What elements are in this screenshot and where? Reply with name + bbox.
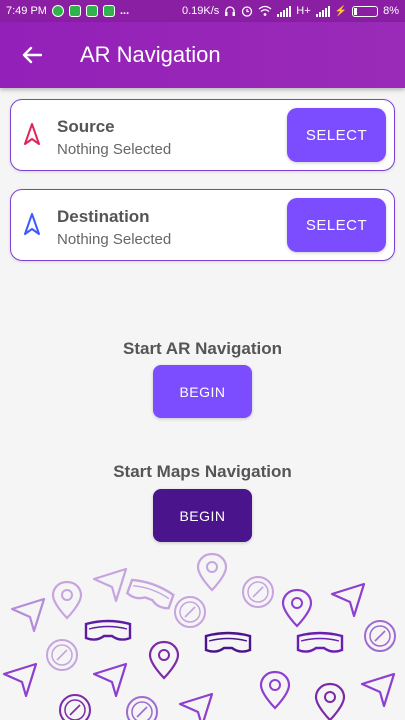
battery-level: 8% bbox=[383, 5, 399, 17]
destination-value: Nothing Selected bbox=[57, 231, 172, 248]
status-bar: 7:49 PM ... 0.19K/s H+ ⚡ 8% bbox=[0, 0, 405, 22]
app-icon bbox=[102, 5, 115, 17]
begin-maps-navigation-button[interactable]: BEGIN bbox=[153, 489, 252, 542]
battery-icon bbox=[352, 5, 379, 17]
navigation-arrow-icon bbox=[24, 213, 40, 235]
source-label: Source bbox=[57, 117, 115, 136]
status-bar-right: 0.19K/s H+ ⚡ 8% bbox=[182, 5, 399, 17]
app-icon bbox=[85, 5, 98, 17]
arrow-left-icon bbox=[22, 46, 42, 64]
select-source-button[interactable]: SELECT bbox=[287, 108, 386, 162]
destination-label: Destination bbox=[57, 207, 150, 226]
status-time: 7:49 PM bbox=[6, 5, 47, 17]
source-card: Source Nothing Selected SELECT bbox=[10, 99, 395, 171]
status-bar-left: 7:49 PM ... bbox=[6, 5, 129, 17]
wifi-icon bbox=[258, 5, 272, 16]
signal-icon bbox=[277, 5, 292, 17]
navigation-arrow-icon bbox=[24, 123, 40, 145]
maps-navigation-title: Start Maps Navigation bbox=[113, 462, 292, 481]
decorative-illustration bbox=[2, 552, 396, 720]
destination-card: Destination Nothing Selected SELECT bbox=[10, 189, 395, 261]
shield-icon bbox=[68, 5, 81, 17]
charging-icon: ⚡ bbox=[334, 5, 348, 17]
network-speed: 0.19K/s bbox=[181, 5, 220, 17]
alarm-icon bbox=[242, 6, 253, 17]
headphones-icon bbox=[225, 6, 236, 16]
source-value: Nothing Selected bbox=[57, 141, 172, 158]
ar-navigation-title: Start AR Navigation bbox=[122, 339, 282, 358]
app-bar: AR Navigation bbox=[0, 22, 405, 88]
back-button[interactable] bbox=[12, 35, 52, 75]
whatsapp-icon bbox=[51, 5, 64, 17]
signal-icon bbox=[315, 5, 330, 17]
page-title: AR Navigation bbox=[80, 42, 221, 67]
more-notifications: ... bbox=[119, 5, 130, 17]
begin-ar-navigation-button[interactable]: BEGIN bbox=[153, 365, 252, 418]
network-type: H+ bbox=[296, 5, 311, 17]
select-destination-button[interactable]: SELECT bbox=[287, 198, 386, 252]
